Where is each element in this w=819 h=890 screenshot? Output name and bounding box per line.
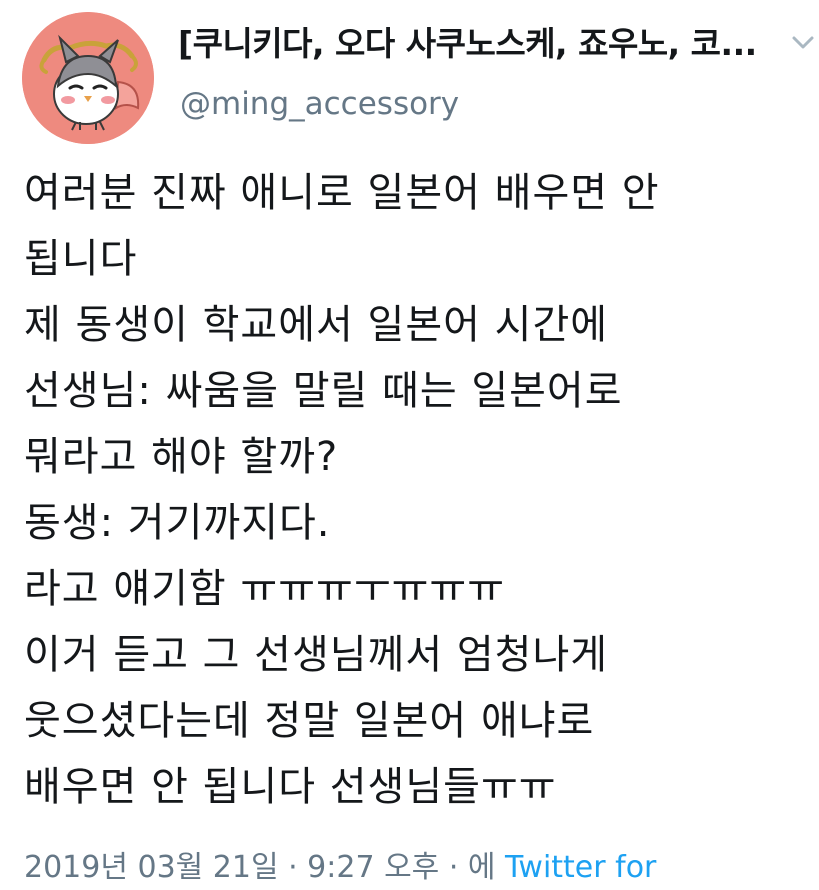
display-name[interactable]: [쿠니키다, 오다 사쿠노스케, 죠우노, 코... [178,22,778,66]
avatar[interactable] [22,12,154,144]
timestamp[interactable]: 2019년 03월 21일 · 9:27 오후 · 에 [24,850,496,885]
tweet-line: 됩니다 [24,236,138,282]
cartoon-bird-avatar-icon [22,12,154,144]
tweet-line: 웃으셨다는데 정말 일본어 애냐로 [24,698,595,744]
tweet-menu-button[interactable] [788,28,818,58]
tweet-header: [쿠니키다, 오다 사쿠노스케, 죠우노, 코... @ming_accesso… [0,0,819,150]
tweet-line: 선생님: 싸움을 말릴 때는 일본어로 [24,368,623,414]
tweet-line: 여러분 진짜 애니로 일본어 배우면 안 [24,170,660,216]
tweet-meta: 2019년 03월 21일 · 9:27 오후 · 에 Twitter for [24,846,656,890]
tweet-line: 배우면 안 됩니다 선생님들ㅠㅠ [24,764,557,810]
tweet-line: 이거 듣고 그 선생님께서 엄청나게 [24,632,609,678]
tweet-line: 라고 얘기함 ㅠㅠㅠㅜㅠㅠㅠ [24,566,506,612]
user-handle[interactable]: @ming_accessory [180,82,459,126]
chevron-down-icon [792,36,814,49]
tweet-text: 여러분 진짜 애니로 일본어 배우면 안 됩니다 제 동생이 학교에서 일본어 … [24,160,814,820]
tweet-line: 뭐라고 해야 할까? [24,434,339,480]
source-link[interactable]: Twitter for [505,850,656,885]
tweet-line: 동생: 거기까지다. [24,500,331,546]
tweet-line: 제 동생이 학교에서 일본어 시간에 [24,302,609,348]
